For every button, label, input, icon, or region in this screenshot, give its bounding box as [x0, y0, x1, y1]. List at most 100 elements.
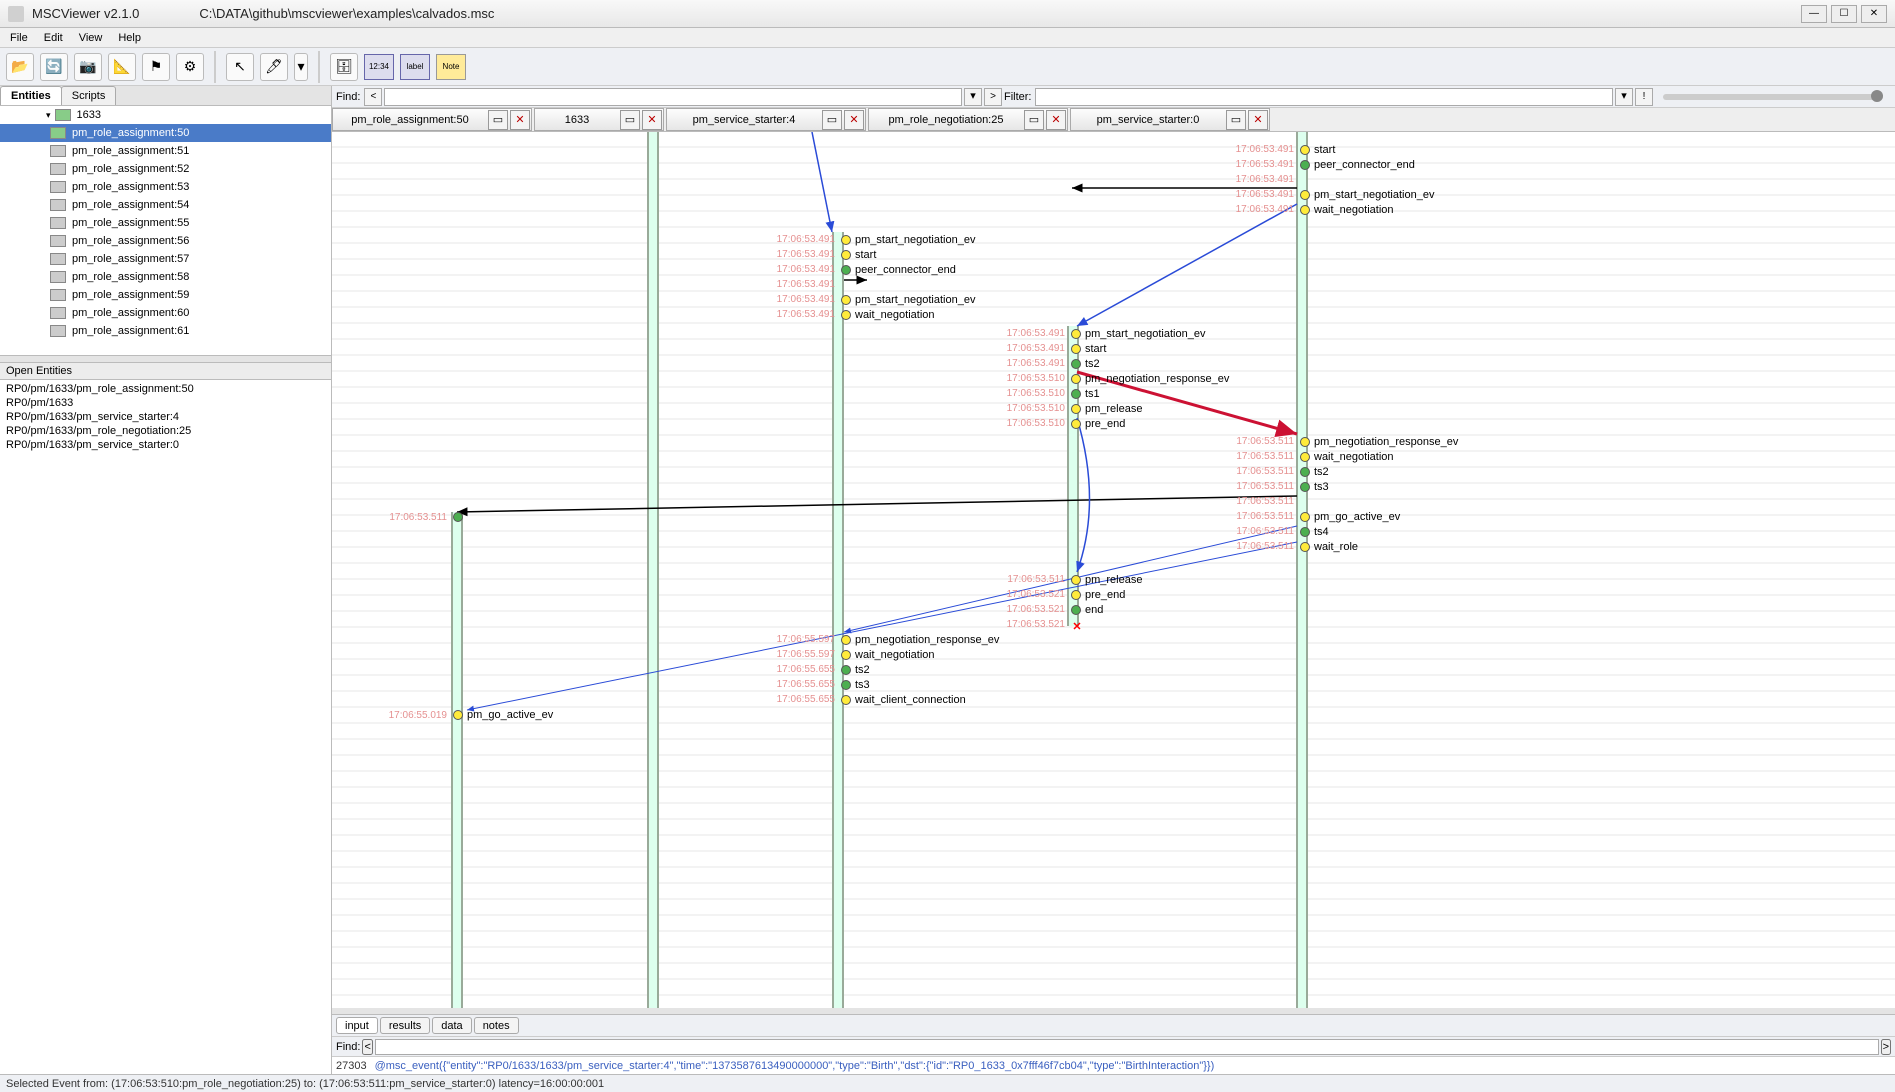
entity-min-button[interactable]: ▭	[620, 110, 640, 130]
event[interactable]: 17:06:53.491peer_connector_end	[1224, 157, 1434, 172]
find-dropdown[interactable]: ▾	[964, 88, 982, 106]
close-button[interactable]: ✕	[1861, 5, 1887, 23]
entity-tree[interactable]: ▾ 1633 pm_role_assignment:50pm_role_assi…	[0, 106, 331, 356]
event[interactable]: 17:06:53.511pm_release	[995, 572, 1142, 587]
event[interactable]: 17:06:53.491pm_start_negotiation_ev	[995, 326, 1229, 341]
event[interactable]: 17:06:53.521✕	[995, 617, 1142, 632]
menu-view[interactable]: View	[73, 30, 109, 46]
tree-item[interactable]: pm_role_assignment:53	[0, 178, 331, 196]
event[interactable]: 17:06:53.491	[1224, 172, 1434, 187]
event[interactable]: 17:06:53.491ts2	[995, 356, 1229, 371]
event[interactable]: 17:06:53.511wait_negotiation	[1224, 449, 1458, 464]
open-entity-item[interactable]: RP0/pm/1633/pm_service_starter:4	[6, 410, 325, 424]
event[interactable]: 17:06:53.491wait_negotiation	[1224, 202, 1434, 217]
menu-file[interactable]: File	[4, 30, 34, 46]
event[interactable]: 17:06:55.597pm_negotiation_response_ev	[765, 632, 999, 647]
bottom-find-input[interactable]	[375, 1039, 1879, 1055]
event[interactable]: 17:06:53.511	[377, 510, 467, 524]
event[interactable]: 17:06:53.491wait_negotiation	[765, 307, 975, 322]
log-line[interactable]: 27303 @msc_event({"entity":"RP0/1633/163…	[332, 1056, 1895, 1074]
tree-item[interactable]: pm_role_assignment:55	[0, 214, 331, 232]
entity-close-button[interactable]: ✕	[1046, 110, 1066, 130]
tree-item[interactable]: pm_role_assignment:59	[0, 286, 331, 304]
event[interactable]: 17:06:53.511ts4	[1224, 524, 1458, 539]
event[interactable]: 17:06:55.655ts2	[765, 662, 999, 677]
filter-bang-button[interactable]: !	[1635, 88, 1653, 106]
find-prev-button[interactable]: <	[362, 1039, 372, 1055]
entity-min-button[interactable]: ▭	[1226, 110, 1246, 130]
marker-dropdown[interactable]: ▾	[294, 53, 308, 81]
tree-item[interactable]: pm_role_assignment:61	[0, 322, 331, 340]
tree-root[interactable]: ▾ 1633	[0, 106, 331, 124]
tree-item[interactable]: pm_role_assignment:54	[0, 196, 331, 214]
event[interactable]: 17:06:53.510pm_negotiation_response_ev	[995, 371, 1229, 386]
tree-item[interactable]: pm_role_assignment:50	[0, 124, 331, 142]
toggle-label[interactable]: label	[400, 54, 430, 80]
entity-min-button[interactable]: ▭	[822, 110, 842, 130]
filter-dropdown[interactable]: ▾	[1615, 88, 1633, 106]
event[interactable]: 17:06:53.511pm_go_active_ev	[1224, 509, 1458, 524]
tab-data[interactable]: data	[432, 1017, 471, 1034]
find-next-button[interactable]: >	[1881, 1039, 1891, 1055]
entity-min-button[interactable]: ▭	[1024, 110, 1044, 130]
event[interactable]: 17:06:53.510ts1	[995, 386, 1229, 401]
menu-edit[interactable]: Edit	[38, 30, 69, 46]
db-button[interactable]: 🗄	[330, 53, 358, 81]
event[interactable]: 17:06:53.510pm_release	[995, 401, 1229, 416]
event[interactable]: 17:06:53.491peer_connector_end	[765, 262, 975, 277]
pointer-button[interactable]: ↖	[226, 53, 254, 81]
event[interactable]: 17:06:53.511	[1224, 494, 1458, 509]
event[interactable]: 17:06:53.491start	[1224, 142, 1434, 157]
filter-input[interactable]	[1035, 88, 1613, 106]
ruler-button[interactable]: 📐	[108, 53, 136, 81]
find-next-button[interactable]: >	[984, 88, 1002, 106]
entity-close-button[interactable]: ✕	[642, 110, 662, 130]
event[interactable]: 17:06:53.511wait_role	[1224, 539, 1458, 554]
event[interactable]: 17:06:53.491start	[995, 341, 1229, 356]
settings-button[interactable]: ⚙	[176, 53, 204, 81]
event[interactable]: 17:06:53.491pm_start_negotiation_ev	[765, 292, 975, 307]
flag-button[interactable]: ⚑	[142, 53, 170, 81]
entity-close-button[interactable]: ✕	[510, 110, 530, 130]
event[interactable]: 17:06:55.019 pm_go_active_ev	[377, 708, 553, 722]
event[interactable]: 17:06:53.511ts3	[1224, 479, 1458, 494]
open-entity-item[interactable]: RP0/pm/1633/pm_role_assignment:50	[6, 382, 325, 396]
tab-notes[interactable]: notes	[474, 1017, 519, 1034]
event[interactable]: 17:06:53.510pre_end	[995, 416, 1229, 431]
open-entity-item[interactable]: RP0/pm/1633/pm_role_negotiation:25	[6, 424, 325, 438]
minimize-button[interactable]: —	[1801, 5, 1827, 23]
event[interactable]: 17:06:53.491start	[765, 247, 975, 262]
camera-button[interactable]: 📷	[74, 53, 102, 81]
event[interactable]: 17:06:53.491	[765, 277, 975, 292]
entity-close-button[interactable]: ✕	[1248, 110, 1268, 130]
msc-canvas[interactable]: 17:06:53.491pm_start_negotiation_ev17:06…	[332, 132, 1895, 1008]
tree-item[interactable]: pm_role_assignment:60	[0, 304, 331, 322]
tab-scripts[interactable]: Scripts	[61, 86, 117, 105]
zoom-slider[interactable]	[1663, 94, 1883, 100]
tab-entities[interactable]: Entities	[0, 86, 62, 105]
tab-results[interactable]: results	[380, 1017, 430, 1034]
entity-close-button[interactable]: ✕	[844, 110, 864, 130]
tree-item[interactable]: pm_role_assignment:58	[0, 268, 331, 286]
toggle-timestamp[interactable]: 12:34	[364, 54, 394, 80]
event[interactable]: 17:06:55.655wait_client_connection	[765, 692, 999, 707]
event[interactable]: 17:06:53.511pm_negotiation_response_ev	[1224, 434, 1458, 449]
event[interactable]: 17:06:53.491pm_start_negotiation_ev	[765, 232, 975, 247]
find-input[interactable]	[384, 88, 962, 106]
open-entity-item[interactable]: RP0/pm/1633/pm_service_starter:0	[6, 438, 325, 452]
open-entity-item[interactable]: RP0/pm/1633	[6, 396, 325, 410]
toggle-note[interactable]: Note	[436, 54, 466, 80]
find-prev-button[interactable]: <	[364, 88, 382, 106]
entity-min-button[interactable]: ▭	[488, 110, 508, 130]
tab-input[interactable]: input	[336, 1017, 378, 1034]
tree-item[interactable]: pm_role_assignment:57	[0, 250, 331, 268]
event[interactable]: 17:06:53.521end	[995, 602, 1142, 617]
event[interactable]: 17:06:53.521pre_end	[995, 587, 1142, 602]
maximize-button[interactable]: ☐	[1831, 5, 1857, 23]
tree-item[interactable]: pm_role_assignment:51	[0, 142, 331, 160]
menu-help[interactable]: Help	[112, 30, 147, 46]
event[interactable]: 17:06:55.655ts3	[765, 677, 999, 692]
open-button[interactable]: 📂	[6, 53, 34, 81]
event[interactable]: 17:06:53.491pm_start_negotiation_ev	[1224, 187, 1434, 202]
tree-expander-icon[interactable]: ▾	[46, 110, 51, 121]
